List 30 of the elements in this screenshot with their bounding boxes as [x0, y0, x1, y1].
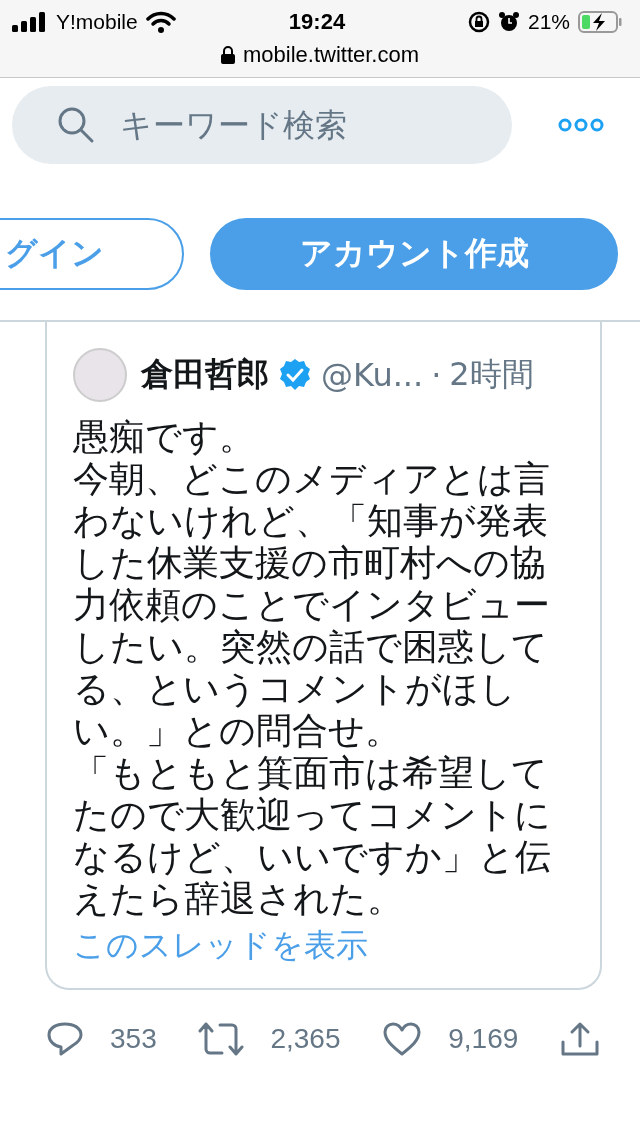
action-count: 2,365 — [270, 1022, 341, 1055]
quoted-tweet-card[interactable]: 倉田哲郎 @Ku... · 2時間 愚痴です。 今朝、どこのメディアとは言わないけれど、「知事が発表した休業支援の市町村への協力依頼のことでインタビューしたい。突然の話で困惑してる、というコメントがほしい。」との問合せ。 「もともと箕面市は希望してたので大歓迎ってコメントになるけど、いいですか」と伝えたら辞退された。 このスレッドを表示 — [45, 321, 602, 990]
carrier-name: Y!mobile — [56, 10, 138, 34]
create-account-button[interactable]: アカウント作成 — [210, 218, 618, 290]
clock-time: 19:24 — [288, 9, 346, 35]
avatar — [73, 347, 127, 402]
tweet-time: 2時間 — [449, 353, 534, 395]
action-count: 9,169 — [448, 1022, 519, 1055]
tweet-text: 「もともと箕面市は希望してたので大歓迎ってコメントになるけど、いいですか」と伝えたら辞退された。 — [73, 751, 552, 920]
separator-dot: · — [431, 355, 442, 394]
battery-charging-icon — [578, 11, 622, 33]
search-field[interactable]: キーワード検索 — [12, 86, 512, 164]
retweet-icon[interactable] — [198, 1020, 245, 1057]
more-options-icon[interactable] — [558, 118, 604, 132]
heart-icon[interactable] — [382, 1020, 423, 1057]
user-handle: @Ku... — [321, 355, 424, 394]
lock-icon — [220, 46, 235, 64]
signal-icon — [12, 12, 48, 32]
action-count: 353 — [110, 1022, 157, 1055]
url-text[interactable]: mobile.twitter.com — [242, 42, 420, 68]
search-icon — [56, 105, 96, 145]
login-button[interactable]: グイン — [0, 218, 184, 290]
alarm-icon — [497, 11, 520, 33]
tweet-text: 今朝、どこのメディアとは言わないけれど、「知事が発表した休業支援の市町村への協力依頼のことでインタビューしたい。突然の話で困惑してる、というコメントがほしい。」との問合せ。 — [73, 457, 551, 752]
show-thread-link[interactable]: このスレッドを表示 — [73, 923, 368, 968]
tweet-text: 愚痴です。 — [73, 415, 256, 458]
battery-percent: 21% — [527, 10, 570, 34]
wifi-icon — [145, 11, 176, 33]
user-name: 倉田哲郎 — [141, 353, 269, 395]
rotation-lock-icon — [467, 11, 490, 33]
